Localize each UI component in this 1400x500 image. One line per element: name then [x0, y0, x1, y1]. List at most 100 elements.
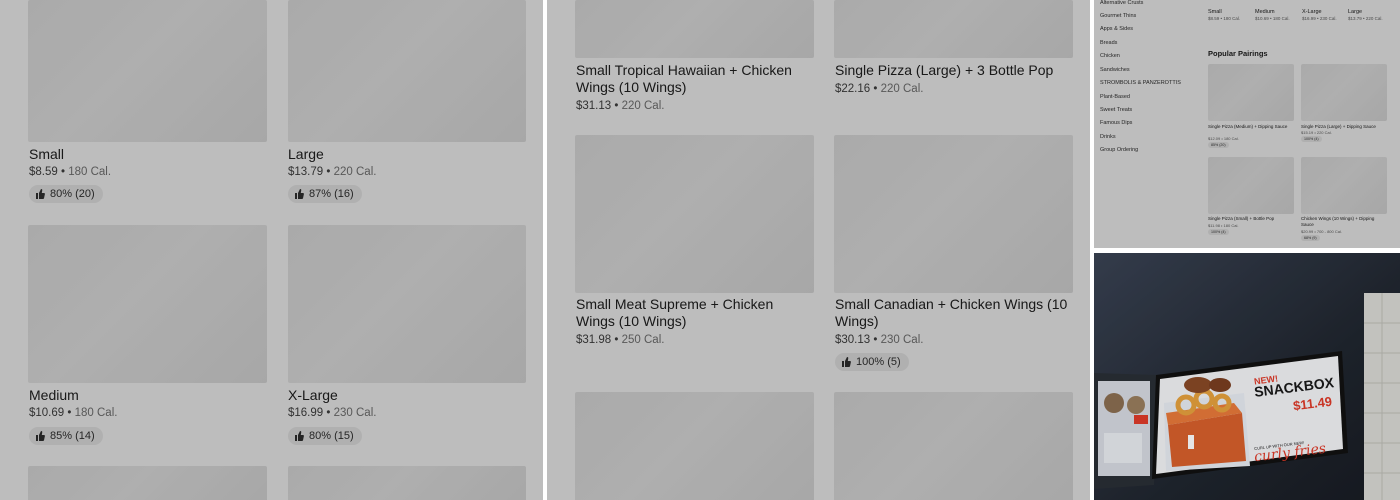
size-price: $10.69 • 180 Cal.	[1255, 16, 1290, 21]
category-link[interactable]: STROMBOLIS & PANZEROTTIS	[1100, 80, 1181, 86]
thumbs-up-icon	[295, 431, 304, 441]
size-price: $13.79 • 220 Cal.	[1348, 16, 1383, 21]
item-price: $13.79	[288, 166, 324, 178]
category-link[interactable]: Plant-Based	[1100, 94, 1130, 100]
item-calories: 220 Cal.	[333, 166, 377, 178]
category-link[interactable]: Famous Dips	[1100, 120, 1132, 126]
pairing-meta: $20.99 • 700 - 800 Cal.	[1301, 229, 1342, 234]
item-name[interactable]: Small	[29, 146, 64, 162]
rating-badge: 85% (20)	[1208, 142, 1229, 148]
pairing-image[interactable]	[1208, 64, 1294, 121]
item-meta: $22.16 • 220 Cal.	[835, 83, 924, 95]
item-image[interactable]	[28, 0, 267, 142]
pairing-name[interactable]: Single Pizza (Medium) + Dipping Sauce	[1208, 124, 1294, 130]
item-meta: $16.99 • 230 Cal.	[288, 407, 377, 419]
size-label[interactable]: Small	[1208, 9, 1222, 15]
item-image[interactable]	[575, 135, 814, 293]
item-image[interactable]	[288, 225, 526, 383]
item-price: $8.59	[29, 166, 58, 178]
item-image[interactable]	[288, 466, 526, 500]
item-price: $22.16	[835, 83, 871, 95]
rating-text: 87% (16)	[309, 188, 354, 200]
item-meta: $13.79 • 220 Cal.	[288, 166, 377, 178]
pairing-meta: $12.09 • 180 Cal.	[1208, 136, 1239, 141]
rating-badge: 100% (4)	[1301, 136, 1322, 142]
item-calories: 180 Cal.	[68, 166, 112, 178]
pairing-image[interactable]	[1208, 157, 1294, 214]
item-name[interactable]: Small Meat Supreme + Chicken Wings (10 W…	[576, 296, 816, 330]
size-label[interactable]: X-Large	[1302, 9, 1322, 15]
pairing-image[interactable]	[1301, 157, 1387, 214]
item-image[interactable]	[834, 135, 1073, 293]
rating-badge: 100% (4)	[1208, 229, 1229, 235]
category-link[interactable]: Sweet Treats	[1100, 107, 1132, 113]
item-name[interactable]: Single Pizza (Large) + 3 Bottle Pop	[835, 62, 1075, 79]
thumbs-up-icon	[842, 357, 851, 367]
rating-text: 80% (20)	[50, 188, 95, 200]
size-price: $16.99 • 230 Cal.	[1302, 16, 1337, 21]
size-options-panel: Small $8.59 • 180 Cal. 80% (20) Large $1…	[0, 0, 543, 500]
pairing-name[interactable]: Chicken Wings (10 Wings) + Dipping Sauce	[1301, 216, 1387, 227]
item-image[interactable]	[834, 392, 1073, 500]
item-name[interactable]: Small Tropical Hawaiian + Chicken Wings …	[576, 62, 816, 96]
pairing-image[interactable]	[1301, 64, 1387, 121]
size-label[interactable]: Large	[1348, 9, 1362, 15]
item-image[interactable]	[834, 0, 1073, 58]
item-calories: 180 Cal.	[74, 407, 118, 419]
pairing-meta: $11.98 • 180 Cal.	[1208, 223, 1239, 228]
pairing-meta: $15.19 • 220 Cal.	[1301, 130, 1332, 135]
item-calories: 220 Cal.	[880, 83, 924, 95]
thumbs-up-icon	[36, 431, 45, 441]
item-meta: $30.13 • 230 Cal.	[835, 334, 924, 346]
category-link[interactable]: Alternative Crusts	[1100, 0, 1143, 6]
store-menu-board-photo: NEW! SNACKBOX $11.49 CURL UP WITH OUR NE…	[1094, 253, 1400, 500]
thumbs-up-icon	[36, 189, 45, 199]
item-meta: $8.59 • 180 Cal.	[29, 166, 112, 178]
item-image[interactable]	[288, 0, 526, 142]
item-image[interactable]	[575, 392, 814, 500]
menu-board-illustration	[1094, 253, 1400, 500]
rating-badge: 80% (15)	[288, 427, 362, 445]
rating-badge: 100% (5)	[835, 353, 909, 371]
rating-text: 80% (15)	[309, 430, 354, 442]
category-link[interactable]: Sandwiches	[1100, 67, 1130, 73]
item-meta: $31.98 • 250 Cal.	[576, 334, 665, 346]
category-link[interactable]: Chicken	[1100, 53, 1120, 59]
item-meta: $10.69 • 180 Cal.	[29, 407, 118, 419]
thumbs-up-icon	[295, 189, 304, 199]
item-price: $30.13	[835, 334, 871, 346]
pairing-name[interactable]: Single Pizza (Small) + Bottle Pop	[1208, 216, 1294, 222]
rating-badge: 85% (14)	[29, 427, 103, 445]
item-calories: 230 Cal.	[333, 407, 377, 419]
rating-badge: 87% (16)	[288, 185, 362, 203]
item-meta: $31.13 • 220 Cal.	[576, 100, 665, 112]
category-link[interactable]: Gourmet Thins	[1100, 13, 1136, 19]
category-link[interactable]: Group Ordering	[1100, 147, 1138, 153]
pairing-name[interactable]: Single Pizza (Large) + Dipping Sauce	[1301, 124, 1387, 130]
item-image[interactable]	[575, 0, 814, 58]
menu-overview-panel: Alternative Crusts Gourmet Thins Apps & …	[1094, 0, 1400, 248]
size-price: $8.59 • 180 Cal.	[1208, 16, 1241, 21]
item-name[interactable]: X-Large	[288, 387, 338, 403]
category-link[interactable]: Breads	[1100, 40, 1117, 46]
item-calories: 230 Cal.	[880, 334, 924, 346]
item-name[interactable]: Large	[288, 146, 324, 162]
section-title: Popular Pairings	[1208, 49, 1268, 58]
item-price: $31.98	[576, 334, 612, 346]
combo-items-panel: Small Tropical Hawaiian + Chicken Wings …	[547, 0, 1090, 500]
rating-text: 100% (5)	[856, 356, 901, 368]
item-image[interactable]	[28, 225, 267, 383]
item-image[interactable]	[28, 466, 267, 500]
item-price: $31.13	[576, 100, 612, 112]
item-price: $10.69	[29, 407, 65, 419]
item-name[interactable]: Small Canadian + Chicken Wings (10 Wings…	[835, 296, 1075, 330]
item-calories: 220 Cal.	[621, 100, 665, 112]
item-price: $16.99	[288, 407, 324, 419]
size-label[interactable]: Medium	[1255, 9, 1275, 15]
item-name[interactable]: Medium	[29, 387, 79, 403]
rating-badge: 80% (20)	[29, 185, 103, 203]
category-link[interactable]: Apps & Sides	[1100, 26, 1133, 32]
item-calories: 250 Cal.	[621, 334, 665, 346]
rating-badge: 68% (9)	[1301, 235, 1320, 241]
category-link[interactable]: Drinks	[1100, 134, 1116, 140]
